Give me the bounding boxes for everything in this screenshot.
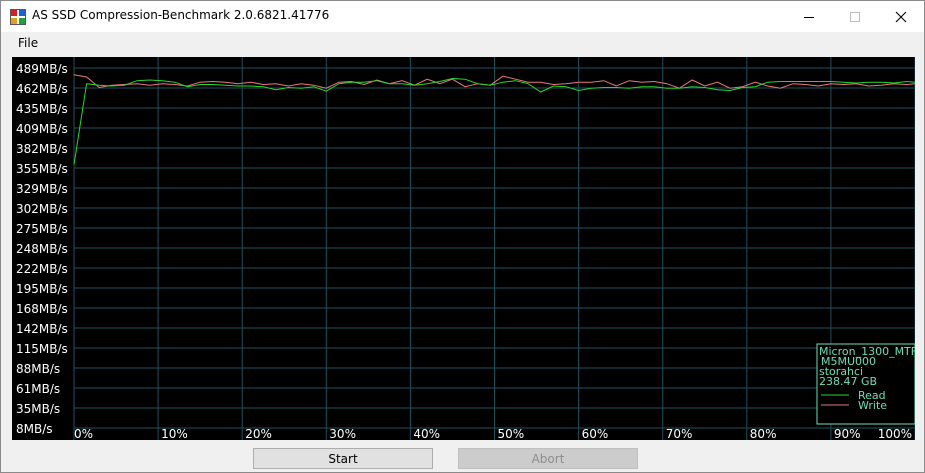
maximize-icon: [850, 11, 860, 22]
x-tick-label: 0%: [74, 427, 93, 440]
x-tick-label: 70%: [666, 427, 693, 440]
x-tick-label: 10%: [161, 427, 188, 440]
y-tick-label: 462MB/s: [16, 82, 68, 96]
x-tick-label: 60%: [582, 427, 609, 440]
y-tick-label: 35MB/s: [16, 402, 60, 416]
legend-capacity: 238.47 GB: [819, 375, 877, 388]
y-tick-label: 489MB/s: [16, 62, 68, 76]
y-tick-label: 168MB/s: [16, 302, 68, 316]
y-tick-label: 8MB/s: [16, 422, 53, 436]
benchmark-chart: 489MB/s 462MB/s 435MB/s 409MB/s 382MB/s 355MB…: [12, 57, 925, 441]
y-tick-label: 248MB/s: [16, 242, 68, 256]
y-tick-label: 409MB/s: [16, 122, 68, 136]
minimize-button[interactable]: [786, 1, 832, 32]
y-tick-label: 142MB/s: [16, 322, 68, 336]
minimize-icon: [804, 16, 814, 18]
y-tick-label: 195MB/s: [16, 282, 68, 296]
y-tick-label: 382MB/s: [16, 142, 68, 156]
y-tick-label: 302MB/s: [16, 202, 68, 216]
y-axis-labels: 489MB/s 462MB/s 435MB/s 409MB/s 382MB/s 355MB…: [16, 62, 68, 436]
legend-box: Micron_1300_MTFD M5MU000 storahci 238.47…: [816, 343, 925, 425]
app-icon: [10, 9, 26, 25]
x-tick-label: 20%: [245, 427, 272, 440]
y-tick-label: 435MB/s: [16, 102, 68, 116]
x-tick-label: 40%: [413, 427, 440, 440]
menu-file[interactable]: File: [18, 36, 38, 50]
y-tick-label: 61MB/s: [16, 382, 60, 396]
legend-write: Write: [858, 399, 887, 412]
maximize-button[interactable]: [832, 1, 878, 32]
y-tick-label: 275MB/s: [16, 222, 68, 236]
y-tick-label: 222MB/s: [16, 262, 68, 276]
title-bar[interactable]: AS SSD Compression-Benchmark 2.0.6821.41…: [1, 1, 924, 32]
x-tick-label: 80%: [750, 427, 777, 440]
y-tick-label: 88MB/s: [16, 362, 60, 376]
app-window: AS SSD Compression-Benchmark 2.0.6821.41…: [0, 0, 925, 473]
close-icon: [895, 11, 907, 22]
grid: [73, 57, 916, 440]
menu-bar: File: [1, 32, 924, 54]
close-button[interactable]: [878, 1, 924, 32]
start-button[interactable]: Start: [253, 448, 433, 469]
x-tick-label: 100%: [878, 427, 912, 440]
x-axis-labels: 0% 10% 20% 30% 40% 50% 60% 70% 80% 90% 100%: [74, 427, 912, 441]
window-title: AS SSD Compression-Benchmark 2.0.6821.41…: [32, 8, 330, 22]
y-tick-label: 329MB/s: [16, 182, 68, 196]
abort-button[interactable]: Abort: [458, 448, 638, 469]
x-tick-label: 90%: [834, 427, 861, 440]
chart-svg: 489MB/s 462MB/s 435MB/s 409MB/s 382MB/s 355MB…: [16, 57, 925, 441]
x-tick-label: 30%: [329, 427, 356, 440]
y-tick-label: 355MB/s: [16, 162, 68, 176]
y-tick-label: 115MB/s: [16, 342, 68, 356]
x-tick-label: 50%: [498, 427, 525, 440]
